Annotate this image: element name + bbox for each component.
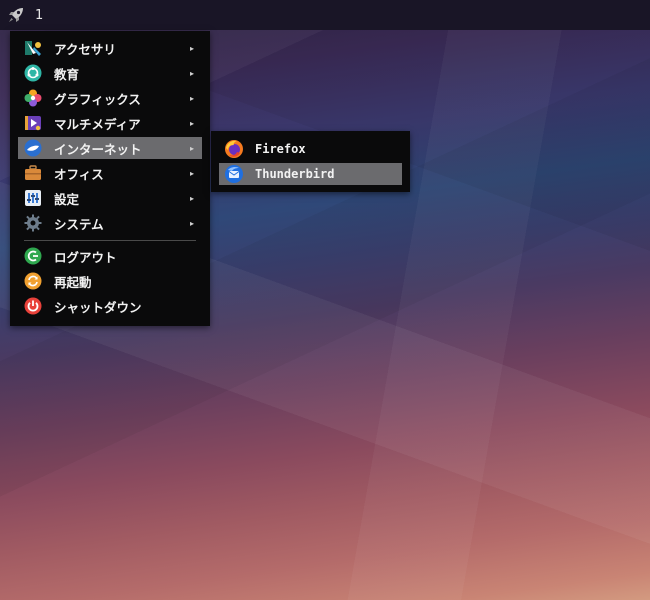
accessories-icon xyxy=(23,38,43,58)
submenu-arrow-icon: ▸ xyxy=(189,118,194,128)
top-panel: 1 xyxy=(0,0,650,30)
gear-icon xyxy=(23,213,43,233)
settings-icon xyxy=(23,188,43,208)
submenu-arrow-icon: ▸ xyxy=(189,168,194,178)
application-menu: アクセサリ ▸ 教育 ▸ グラフィックス ▸ マルチメディア ▸ インターネット… xyxy=(10,31,210,326)
internet-submenu: Firefox Thunderbird xyxy=(211,131,410,192)
multimedia-icon xyxy=(23,113,43,133)
menu-item-label: オフィス xyxy=(54,166,104,182)
submenu-arrow-icon: ▸ xyxy=(189,143,194,153)
shutdown-icon xyxy=(23,296,43,316)
menu-item-graphics[interactable]: グラフィックス ▸ xyxy=(18,87,202,109)
submenu-item-thunderbird[interactable]: Thunderbird xyxy=(219,163,402,185)
menu-item-settings[interactable]: 設定 ▸ xyxy=(18,187,202,209)
menu-item-office[interactable]: オフィス ▸ xyxy=(18,162,202,184)
submenu-arrow-icon: ▸ xyxy=(189,218,194,228)
menu-item-internet[interactable]: インターネット ▸ xyxy=(18,137,202,159)
menu-item-multimedia[interactable]: マルチメディア ▸ xyxy=(18,112,202,134)
menu-item-label: インターネット xyxy=(54,141,142,157)
menu-item-label: グラフィックス xyxy=(54,91,141,107)
menu-item-label: アクセサリ xyxy=(54,41,116,57)
submenu-arrow-icon: ▸ xyxy=(189,193,194,203)
menu-item-label: 再起動 xyxy=(54,274,92,290)
rocket-icon[interactable] xyxy=(5,4,27,26)
reboot-icon xyxy=(23,271,43,291)
shutdown-button[interactable]: シャットダウン xyxy=(18,295,202,317)
menu-separator xyxy=(24,240,196,241)
submenu-item-label: Firefox xyxy=(255,142,306,156)
logout-icon xyxy=(23,246,43,266)
graphics-icon xyxy=(23,88,43,108)
menu-item-label: ログアウト xyxy=(54,249,117,265)
logout-button[interactable]: ログアウト xyxy=(18,245,202,267)
submenu-arrow-icon: ▸ xyxy=(189,43,194,53)
submenu-item-firefox[interactable]: Firefox xyxy=(219,138,402,160)
office-icon xyxy=(23,163,43,183)
submenu-arrow-icon: ▸ xyxy=(189,93,194,103)
education-icon xyxy=(23,63,43,83)
menu-item-education[interactable]: 教育 ▸ xyxy=(18,62,202,84)
menu-item-label: 設定 xyxy=(54,191,80,207)
workspace-indicator[interactable]: 1 xyxy=(35,8,43,23)
menu-item-accessories[interactable]: アクセサリ ▸ xyxy=(18,37,202,59)
menu-item-label: 教育 xyxy=(54,66,80,82)
menu-item-label: シャットダウン xyxy=(54,299,142,315)
reboot-button[interactable]: 再起動 xyxy=(18,270,202,292)
internet-icon xyxy=(23,138,43,158)
menu-item-label: マルチメディア xyxy=(54,116,141,132)
thunderbird-icon xyxy=(224,164,244,184)
submenu-item-label: Thunderbird xyxy=(255,167,335,181)
submenu-arrow-icon: ▸ xyxy=(189,68,194,78)
firefox-icon xyxy=(224,139,244,159)
menu-item-label: システム xyxy=(54,216,104,232)
menu-item-system[interactable]: システム ▸ xyxy=(18,212,202,234)
